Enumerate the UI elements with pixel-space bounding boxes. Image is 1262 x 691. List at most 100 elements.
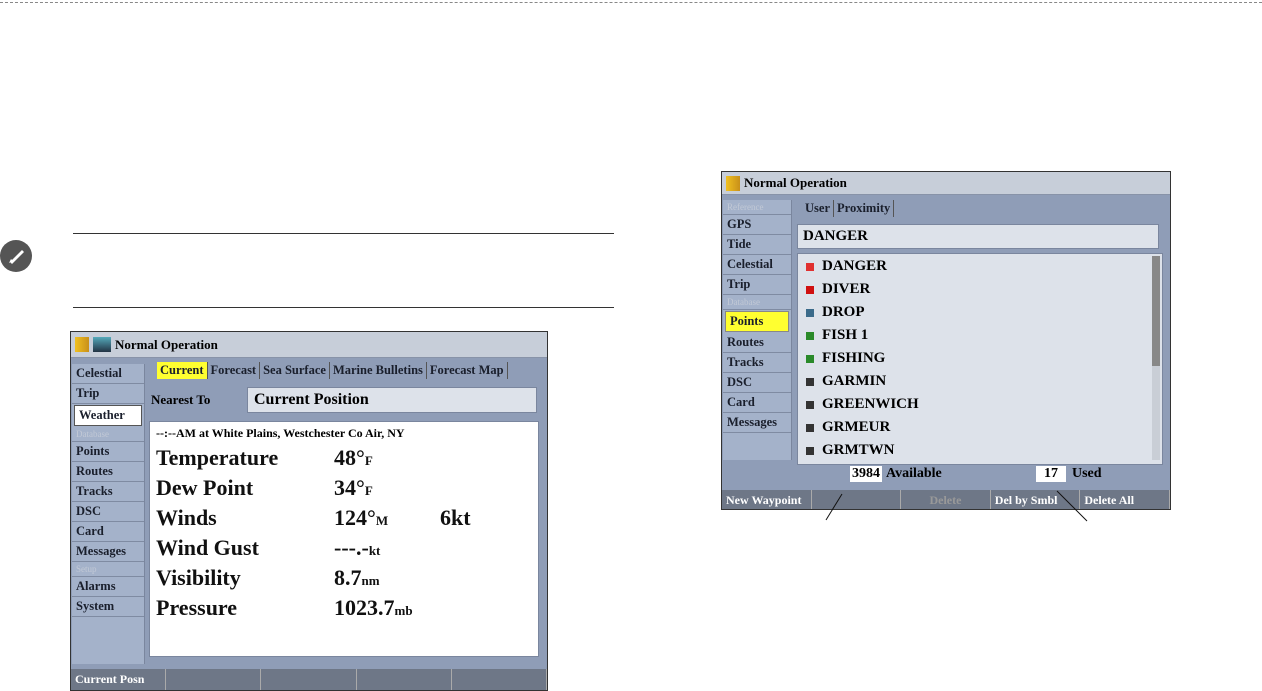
waypoint-name: DANGER: [822, 258, 888, 274]
note-bottom-rule: [73, 307, 614, 308]
app-icon: [726, 175, 740, 191]
unit: M: [375, 513, 389, 528]
weather-extra: 6kt: [440, 505, 471, 530]
waypoint-item[interactable]: DANGER: [798, 255, 1162, 278]
blank-softkey[interactable]: [452, 669, 547, 690]
sidebar-item-gps[interactable]: GPS: [723, 215, 791, 235]
used-value: 17: [1036, 466, 1066, 482]
new-waypoint-button[interactable]: New Waypoint: [722, 490, 812, 509]
sidebar-item-dsc[interactable]: DSC: [723, 373, 791, 393]
sidebar-item-card[interactable]: Card: [723, 393, 791, 413]
sidebar-item-routes[interactable]: Routes: [72, 462, 144, 482]
waypoint-item[interactable]: DROP: [798, 301, 1162, 324]
weather-panel: --:--AM at White Plains, Westchester Co …: [149, 421, 539, 657]
available-value: 3984: [850, 466, 882, 482]
waypoint-item[interactable]: GARMIN: [798, 370, 1162, 393]
tab-sea-surface[interactable]: Sea Surface: [260, 362, 330, 379]
value: 8.7: [334, 565, 362, 590]
delete-button[interactable]: Delete: [901, 490, 991, 509]
weather-screen: Normal Operation Celestial Trip Weather Dat…: [70, 331, 548, 691]
sidebar-category: Database: [72, 427, 144, 442]
top-rule: [0, 2, 1262, 3]
weather-row: Dew Point 34°F: [156, 475, 538, 505]
waypoint-item[interactable]: GRMTWN: [798, 439, 1162, 462]
blank-softkey[interactable]: [261, 669, 357, 690]
sidebar-item-messages[interactable]: Messages: [72, 542, 144, 562]
softkey-bar: Current Posn: [71, 669, 547, 690]
waypoint-symbol-icon: [806, 423, 814, 432]
weather-value: ---.-kt: [334, 535, 440, 561]
tab-user[interactable]: User: [802, 200, 834, 217]
sidebar-item-system[interactable]: System: [72, 597, 144, 617]
sidebar-item-dsc[interactable]: DSC: [72, 502, 144, 522]
blank-softkey[interactable]: [812, 490, 902, 509]
waypoint-name: GARMIN: [822, 373, 887, 389]
weather-row: Pressure 1023.7mb: [156, 595, 538, 625]
sidebar-item-celestial[interactable]: Celestial: [72, 364, 144, 384]
tab-strip: User Proximity: [802, 200, 895, 217]
waypoint-item[interactable]: FISH 1: [798, 324, 1162, 347]
unit: kt: [368, 543, 381, 558]
sidebar-item-points[interactable]: Points: [72, 442, 144, 462]
weather-label: Winds: [156, 505, 217, 530]
softkey-bar: New Waypoint Delete Del by Smbl Delete All: [722, 490, 1170, 509]
tab-current[interactable]: Current: [157, 362, 208, 379]
sidebar-item-tracks[interactable]: Tracks: [723, 353, 791, 373]
waypoint-item[interactable]: GRMEUR: [798, 416, 1162, 439]
sidebar-item-tide[interactable]: Tide: [723, 235, 791, 255]
current-posn-button[interactable]: Current Posn: [71, 669, 167, 690]
sidebar-item-trip[interactable]: Trip: [72, 384, 144, 404]
value: 34°: [334, 475, 365, 500]
search-field[interactable]: DANGER: [797, 224, 1159, 249]
app-icon: [75, 337, 89, 352]
sidebar-item-celestial[interactable]: Celestial: [723, 255, 791, 275]
used-label: Used: [1072, 466, 1102, 481]
sidebar-item-card[interactable]: Card: [72, 522, 144, 542]
sidebar-item-trip[interactable]: Trip: [723, 275, 791, 295]
weather-row: Visibility 8.7nm: [156, 565, 538, 595]
value: 48°: [334, 445, 365, 470]
points-screen: Normal Operation Reference GPS Tide Celesti…: [721, 171, 1171, 510]
sidebar-item-messages[interactable]: Messages: [723, 413, 791, 433]
blank-softkey[interactable]: [357, 669, 452, 690]
waypoint-symbol-icon: [806, 446, 814, 455]
sidebar-item-routes[interactable]: Routes: [723, 333, 791, 353]
sidebar-item-weather[interactable]: Weather: [74, 405, 142, 426]
title-bar: Normal Operation: [71, 332, 547, 358]
screen-title: Normal Operation: [115, 336, 218, 352]
sidebar-category: Database: [723, 295, 791, 310]
weather-value: 124°M: [334, 505, 440, 531]
available-label: Available: [886, 466, 942, 481]
tab-forecast-map[interactable]: Forecast Map: [427, 362, 508, 379]
scrollbar[interactable]: [1152, 256, 1160, 460]
weather-value: 34°F: [334, 475, 440, 501]
delete-all-button[interactable]: Delete All: [1080, 490, 1170, 509]
waypoint-symbol-icon: [806, 331, 814, 340]
used-count: 17 Used: [1036, 466, 1102, 482]
tab-forecast[interactable]: Forecast: [208, 362, 261, 379]
unit: mb: [394, 603, 413, 618]
weather-row: Temperature 48°F: [156, 445, 538, 475]
waypoint-symbol-icon: [806, 354, 814, 363]
waypoint-item[interactable]: GREENWICH: [798, 393, 1162, 416]
unit: nm: [361, 573, 380, 588]
sidebar-item-tracks[interactable]: Tracks: [72, 482, 144, 502]
waypoint-symbol-icon: [806, 308, 814, 317]
weather-icon: [93, 337, 111, 352]
unit: F: [364, 483, 373, 498]
nearest-field[interactable]: Current Position: [247, 387, 537, 413]
weather-label: Temperature: [156, 445, 279, 470]
waypoint-item[interactable]: FISHING: [798, 347, 1162, 370]
sidebar-item-alarms[interactable]: Alarms: [72, 577, 144, 597]
sidebar-category: Reference: [723, 200, 791, 215]
waypoint-name: DIVER: [822, 281, 871, 297]
waypoint-item[interactable]: DIVER: [798, 278, 1162, 301]
sidebar-category: Setup: [72, 562, 144, 577]
waypoint-name: GRMTWN: [822, 442, 895, 458]
tab-marine-bulletins[interactable]: Marine Bulletins: [330, 362, 427, 379]
del-by-smbl-button[interactable]: Del by Smbl: [991, 490, 1081, 509]
value: 1023.7: [334, 595, 395, 620]
tab-proximity[interactable]: Proximity: [834, 200, 895, 217]
blank-softkey[interactable]: [166, 669, 262, 690]
sidebar-item-points[interactable]: Points: [725, 311, 789, 332]
